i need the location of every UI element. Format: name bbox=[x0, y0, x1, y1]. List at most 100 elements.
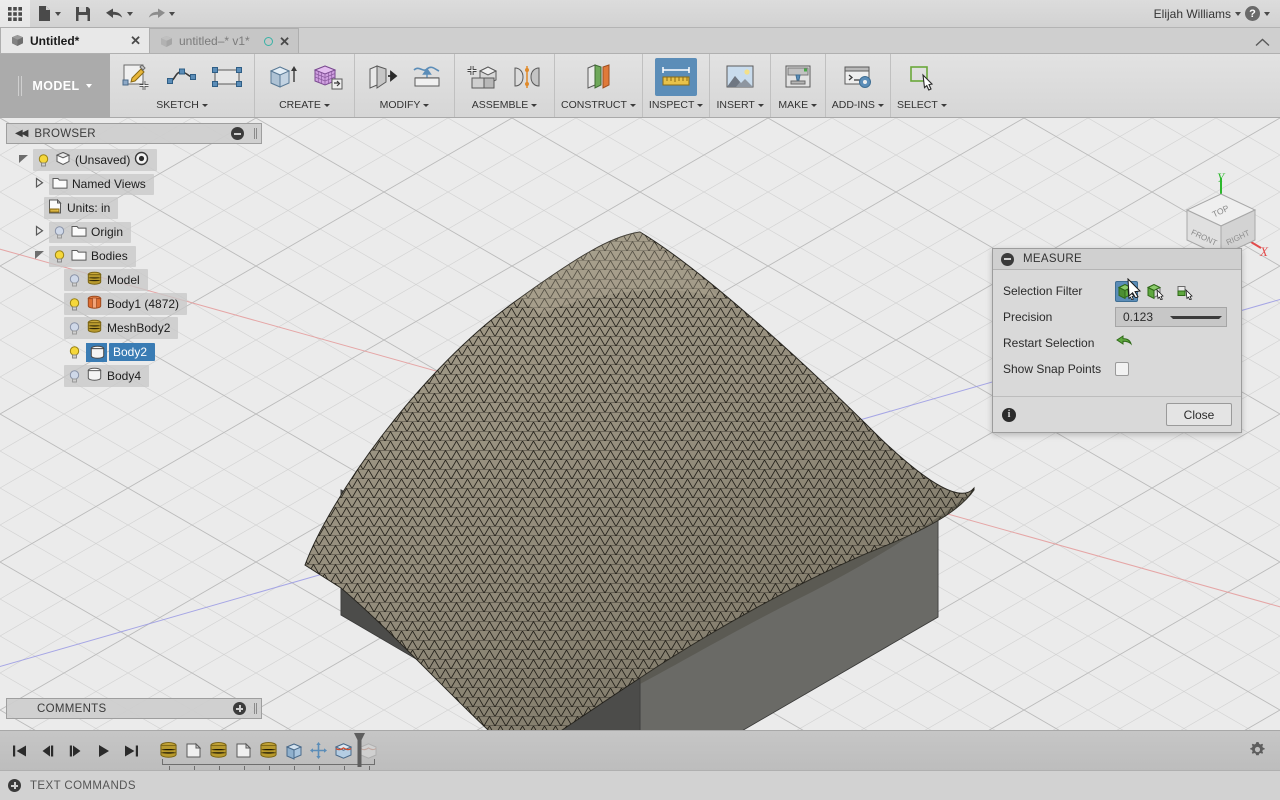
go-to-beginning-icon[interactable] bbox=[8, 739, 30, 763]
chevron-down-icon[interactable] bbox=[1264, 11, 1270, 16]
minus-circle-icon[interactable] bbox=[1001, 252, 1014, 266]
tree-item-bodies[interactable]: Bodies bbox=[6, 244, 262, 268]
visibility-bulb-off-icon[interactable] bbox=[67, 273, 82, 288]
twisty-open-icon[interactable] bbox=[34, 249, 45, 263]
redo-arrow-icon[interactable] bbox=[140, 0, 182, 28]
timeline-feature-split-face[interactable] bbox=[331, 738, 356, 772]
ribbon-group-label[interactable]: SELECT bbox=[897, 99, 947, 111]
tree-item-origin[interactable]: Origin bbox=[6, 220, 262, 244]
workspace-switcher[interactable]: MODEL bbox=[0, 54, 110, 117]
twisty-open-icon[interactable] bbox=[18, 153, 29, 167]
tab-untitled-v1[interactable]: untitled–* v1* ✕ bbox=[149, 28, 299, 53]
visibility-bulb-off-icon[interactable] bbox=[52, 225, 67, 240]
offset-plane-icon[interactable] bbox=[577, 58, 619, 96]
visibility-bulb-on-icon[interactable] bbox=[67, 345, 82, 360]
close-icon[interactable]: ✕ bbox=[130, 34, 141, 47]
new-file-icon[interactable] bbox=[30, 0, 68, 28]
resize-grip-icon[interactable] bbox=[254, 703, 257, 714]
extrude-icon[interactable] bbox=[261, 58, 303, 96]
collapse-left-icon[interactable]: ◀◀ bbox=[15, 128, 28, 139]
tab-untitled[interactable]: Untitled* ✕ bbox=[0, 27, 150, 53]
tree-item-body1[interactable]: Body1 (4872) bbox=[6, 292, 262, 316]
show-snap-points-checkbox[interactable] bbox=[1115, 362, 1129, 376]
ribbon-group-label[interactable]: MAKE bbox=[778, 99, 818, 111]
mesh-create-icon[interactable] bbox=[306, 58, 348, 96]
resize-grip-icon[interactable] bbox=[254, 128, 257, 139]
collapse-ribbon-chevron-icon[interactable] bbox=[1255, 35, 1280, 53]
user-name-label[interactable]: Elijah Williams bbox=[1154, 7, 1231, 21]
visibility-bulb-off-icon[interactable] bbox=[67, 321, 82, 336]
step-back-icon[interactable] bbox=[36, 739, 58, 763]
step-forward-icon[interactable] bbox=[64, 739, 86, 763]
tree-item-body4[interactable]: Body4 bbox=[6, 364, 262, 388]
tree-item-model[interactable]: Model bbox=[6, 268, 262, 292]
tree-item-named-views[interactable]: Named Views bbox=[6, 172, 262, 196]
select-edge-vertex-filter[interactable] bbox=[1173, 281, 1196, 302]
visibility-bulb-off-icon[interactable] bbox=[67, 369, 82, 384]
save-icon[interactable] bbox=[68, 0, 98, 28]
ribbon-group-label[interactable]: INSPECT bbox=[649, 99, 704, 111]
twisty-closed-icon[interactable] bbox=[34, 225, 45, 239]
3d-viewport[interactable]: ◀◀ BROWSER (Unsaved) Named Views Units: … bbox=[0, 118, 1280, 730]
twisty-closed-icon[interactable] bbox=[34, 177, 45, 191]
ribbon-group-label[interactable]: MODIFY bbox=[380, 99, 430, 111]
activate-radio-icon[interactable] bbox=[134, 151, 149, 169]
info-icon[interactable]: i bbox=[1002, 407, 1016, 422]
visibility-bulb-on-icon[interactable] bbox=[36, 153, 51, 168]
scripts-addins-icon[interactable] bbox=[837, 58, 879, 96]
measure-dialog-title: MEASURE bbox=[1023, 253, 1082, 265]
close-button[interactable]: Close bbox=[1166, 403, 1232, 426]
tree-item-units[interactable]: Units: in bbox=[6, 196, 262, 220]
measure-icon[interactable] bbox=[655, 58, 698, 96]
insert-image-icon[interactable] bbox=[719, 58, 761, 96]
measure-dialog-header[interactable]: MEASURE bbox=[993, 249, 1241, 270]
press-pull-icon[interactable] bbox=[361, 58, 403, 96]
text-commands-bar[interactable]: TEXT COMMANDS bbox=[0, 770, 1280, 800]
select-icon[interactable] bbox=[901, 58, 943, 96]
rectangle-icon[interactable] bbox=[206, 58, 248, 96]
plus-circle-icon[interactable] bbox=[233, 702, 246, 715]
help-circle-icon[interactable]: ? bbox=[1245, 6, 1260, 21]
precision-dropdown[interactable]: 0.123 bbox=[1115, 307, 1227, 327]
timeline-feature-mesh-1[interactable] bbox=[156, 738, 181, 772]
tree-item-unsaved[interactable]: (Unsaved) bbox=[6, 148, 262, 172]
undo-arrow-icon[interactable] bbox=[98, 0, 140, 28]
offset-face-icon[interactable] bbox=[406, 58, 448, 96]
timeline-feature-mesh-3[interactable] bbox=[256, 738, 281, 772]
new-component-icon[interactable] bbox=[461, 58, 503, 96]
minus-circle-icon[interactable] bbox=[231, 127, 244, 140]
ribbon-group-label[interactable]: CONSTRUCT bbox=[561, 99, 636, 111]
go-to-end-icon[interactable] bbox=[120, 739, 142, 763]
spline-icon[interactable] bbox=[161, 58, 203, 96]
timeline-feature-move[interactable] bbox=[306, 738, 331, 772]
visibility-bulb-on-icon[interactable] bbox=[67, 297, 82, 312]
group-label-text: ADD-INS bbox=[831, 99, 875, 111]
tree-item-body2[interactable]: Body2 bbox=[6, 340, 262, 364]
close-icon[interactable]: ✕ bbox=[279, 35, 290, 48]
plus-circle-icon[interactable] bbox=[8, 779, 21, 792]
undo-green-icon[interactable] bbox=[1115, 334, 1132, 352]
select-face-filter[interactable] bbox=[1144, 281, 1167, 302]
timeline-feature-sketch[interactable] bbox=[356, 738, 381, 772]
group-label-text: MODIFY bbox=[379, 99, 421, 111]
ribbon-group-label[interactable]: ADD-INS bbox=[832, 99, 884, 111]
play-icon[interactable] bbox=[92, 739, 114, 763]
app-grid-icon[interactable] bbox=[0, 0, 30, 28]
create-sketch-icon[interactable] bbox=[116, 58, 158, 96]
visibility-bulb-on-icon[interactable] bbox=[52, 249, 67, 264]
ribbon-group-label[interactable]: INSERT bbox=[716, 99, 764, 111]
select-body-filter[interactable] bbox=[1115, 280, 1138, 302]
timeline-feature-extrude[interactable] bbox=[281, 738, 306, 772]
timeline-feature-mesh-2[interactable] bbox=[206, 738, 231, 772]
3d-print-icon[interactable] bbox=[777, 58, 819, 96]
tree-item-meshbody2[interactable]: MeshBody2 bbox=[6, 316, 262, 340]
ribbon-group-label[interactable]: SKETCH bbox=[156, 99, 208, 111]
chevron-down-icon[interactable] bbox=[1235, 11, 1241, 16]
ribbon-group-label[interactable]: ASSEMBLE bbox=[472, 99, 538, 111]
comments-panel[interactable]: COMMENTS bbox=[6, 698, 262, 719]
gear-icon[interactable] bbox=[1249, 741, 1266, 761]
timeline-feature-solid-1[interactable] bbox=[181, 738, 206, 772]
joint-icon[interactable] bbox=[506, 58, 548, 96]
ribbon-group-label[interactable]: CREATE bbox=[279, 99, 330, 111]
timeline-feature-solid-2[interactable] bbox=[231, 738, 256, 772]
